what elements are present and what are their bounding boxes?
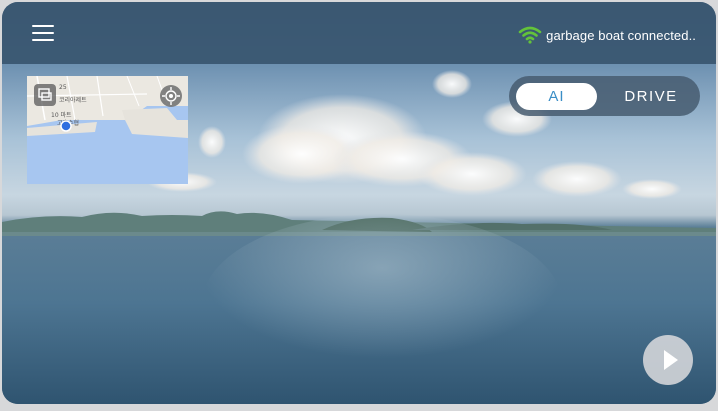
map-label: 코리아제트 [59,97,87,104]
location-pin-icon [60,120,72,132]
connection-status: garbage boat connected.. [518,26,696,44]
locate-icon[interactable] [160,85,182,107]
camera-view: garbage boat connected.. 25 코리아제트 10 마트 … [2,2,716,404]
mini-map[interactable]: 25 코리아제트 10 마트 고흥수협 [27,76,188,184]
connection-status-text: garbage boat connected.. [546,27,696,43]
layers-icon[interactable] [34,84,56,106]
wifi-icon [518,26,542,44]
top-bar: garbage boat connected.. [2,2,716,64]
play-button[interactable] [643,335,693,385]
hamburger-menu-icon[interactable] [32,25,54,41]
mode-toggle: AI DRIVE [509,76,700,116]
mode-drive-button[interactable]: DRIVE [609,83,693,110]
mode-ai-button[interactable]: AI [516,83,597,110]
map-label: 25 [59,84,67,91]
